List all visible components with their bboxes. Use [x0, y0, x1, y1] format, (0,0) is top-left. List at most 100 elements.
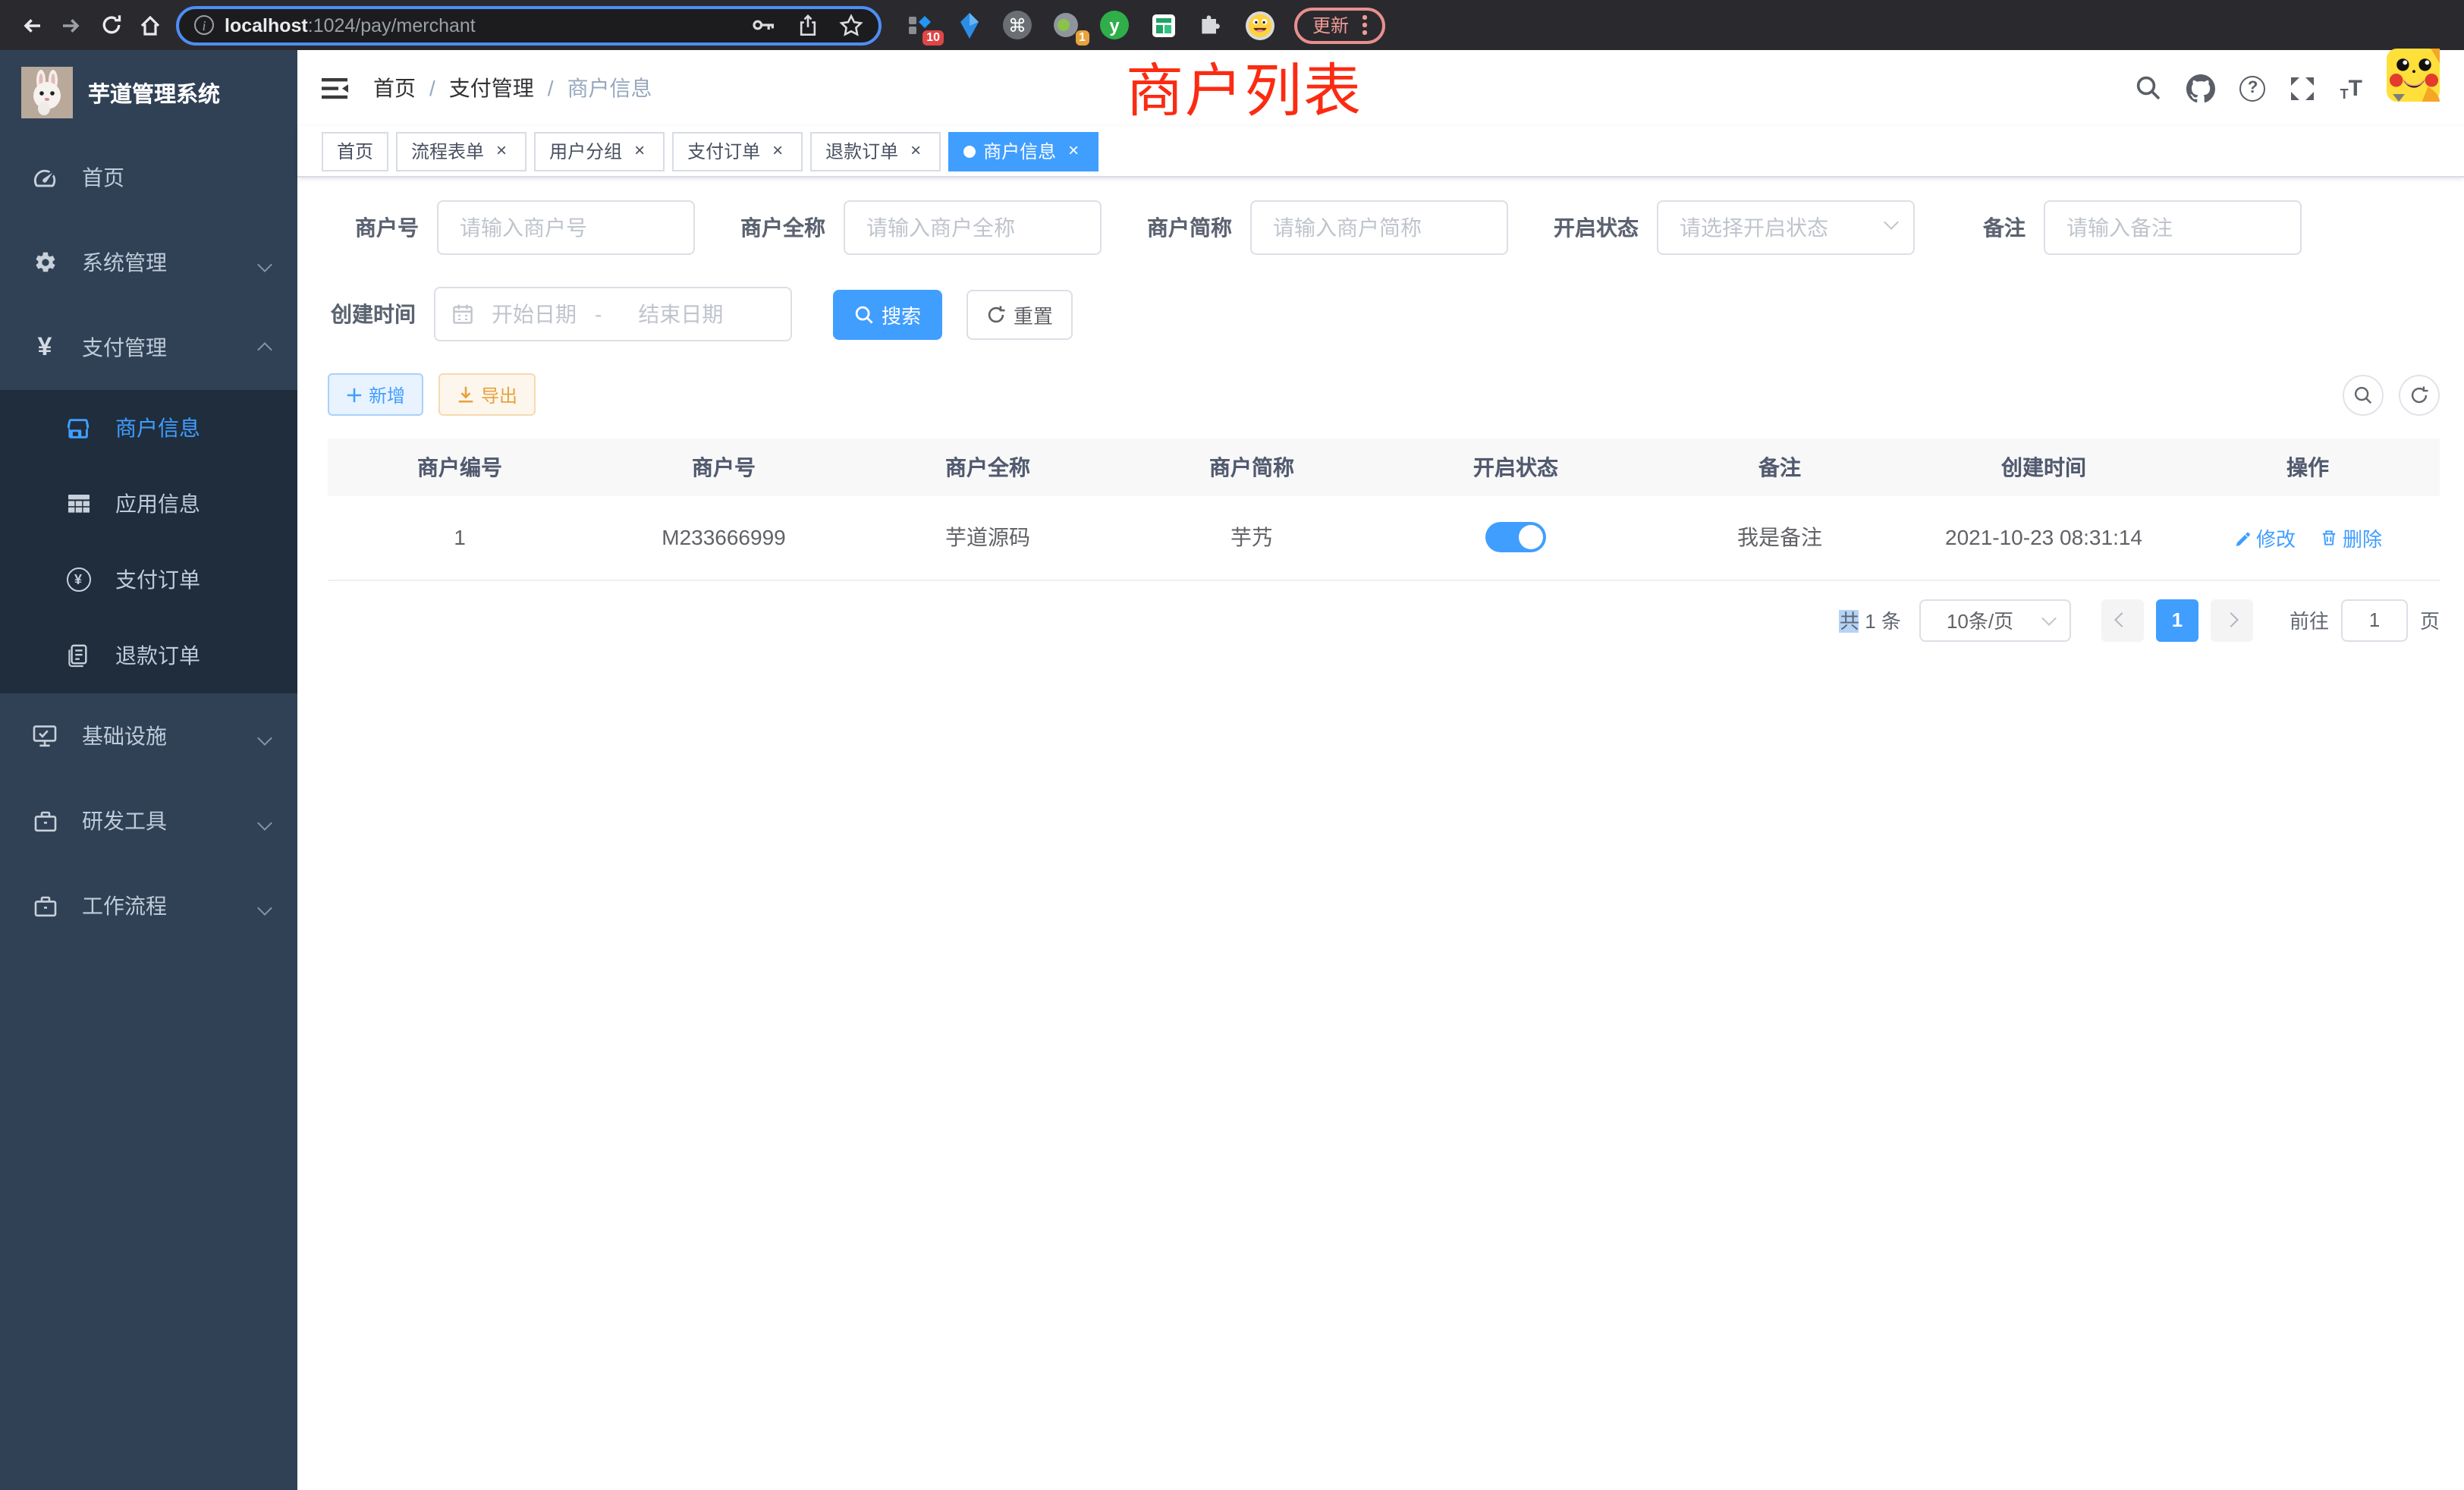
extension-badge: 10: [922, 30, 944, 46]
sidebar-toggle-hamburger[interactable]: [322, 77, 349, 99]
extension-session-icon[interactable]: 1: [1051, 11, 1080, 39]
tags-view-bar: 首页 流程表单× 用户分组× 支付订单× 退款订单× 商户信息×: [297, 126, 2464, 178]
sidebar-item-payment[interactable]: ¥ 支付管理: [0, 305, 297, 390]
tab-pay-order[interactable]: 支付订单×: [672, 131, 803, 171]
short-name-input[interactable]: [1250, 200, 1508, 255]
sidebar-item-home[interactable]: 首页: [0, 135, 297, 220]
sidebar-item-workflow[interactable]: 工作流程: [0, 863, 297, 948]
cell-merchant-id: 1: [328, 496, 592, 580]
goto-page-input[interactable]: [2341, 599, 2408, 641]
breadcrumb-home[interactable]: 首页: [373, 73, 416, 103]
sidebar-item-system[interactable]: 系统管理: [0, 220, 297, 305]
share-icon[interactable]: [797, 13, 819, 37]
browser-refresh-button[interactable]: [91, 5, 130, 45]
browser-back-button[interactable]: [12, 5, 52, 45]
full-name-input[interactable]: [844, 200, 1102, 255]
search-button[interactable]: 搜索: [833, 289, 942, 339]
browser-toolbar: i localhost:1024/pay/merchant 10: [0, 0, 2464, 50]
create-time-range-picker[interactable]: 开始日期 - 结束日期: [434, 287, 792, 341]
col-create-time: 创建时间: [1912, 439, 2176, 496]
search-form-row-2: 创建时间 开始日期 - 结束日期 搜索: [328, 287, 2440, 341]
chevron-down-icon: [259, 809, 270, 833]
app-title: 芋道管理系统: [88, 77, 220, 108]
edit-link[interactable]: 修改: [2233, 523, 2296, 552]
delete-link[interactable]: 删除: [2320, 523, 2382, 552]
col-actions: 操作: [2176, 439, 2440, 496]
remark-input[interactable]: [2044, 200, 2302, 255]
status-select[interactable]: [1657, 200, 1915, 255]
close-icon[interactable]: ×: [630, 141, 649, 161]
extension-drag-icon[interactable]: 10: [906, 11, 935, 39]
toolbox-icon: [30, 809, 59, 832]
tab-merchant-info[interactable]: 商户信息×: [948, 131, 1098, 171]
merchant-no-input[interactable]: [437, 200, 695, 255]
gear-icon: [30, 250, 59, 275]
status-toggle[interactable]: [1485, 523, 1546, 553]
sidebar-item-infrastructure[interactable]: 基础设施: [0, 693, 297, 778]
browser-update-menu[interactable]: 更新: [1294, 7, 1384, 43]
breadcrumb-section[interactable]: 支付管理: [449, 73, 534, 103]
tab-home[interactable]: 首页: [322, 131, 388, 171]
chevron-down-icon: [259, 250, 270, 275]
export-button[interactable]: 导出: [438, 373, 536, 416]
table-toolbar: 新增 导出: [328, 373, 2440, 416]
browser-forward-button[interactable]: [52, 5, 91, 45]
extensions-area: 10 ⌘ 1 y: [906, 11, 1274, 39]
sidebar-item-label: 研发工具: [82, 806, 167, 836]
extension-command-icon[interactable]: ⌘: [1003, 11, 1032, 39]
extension-y-icon[interactable]: y: [1100, 11, 1129, 39]
extension-gem-icon[interactable]: [954, 11, 983, 39]
browser-menu-icon[interactable]: [1362, 16, 1366, 35]
github-icon[interactable]: [2187, 74, 2216, 102]
extension-sheet-icon[interactable]: [1149, 11, 1177, 39]
close-icon[interactable]: ×: [1064, 141, 1083, 161]
add-button[interactable]: 新增: [328, 373, 423, 416]
pagination-total: 共 1 条: [1840, 605, 1901, 634]
profile-emoji-avatar[interactable]: [1246, 11, 1274, 39]
cell-short-name: 芋艿: [1120, 496, 1384, 580]
plus-icon: [346, 386, 363, 403]
bookmark-star-icon[interactable]: [839, 13, 863, 37]
toggle-search-button[interactable]: [2343, 374, 2384, 415]
cell-status: [1384, 496, 1648, 580]
tab-user-group[interactable]: 用户分组×: [534, 131, 665, 171]
close-icon[interactable]: ×: [768, 141, 787, 161]
fullscreen-icon[interactable]: [2290, 75, 2316, 101]
user-avatar[interactable]: [2387, 48, 2440, 128]
sidebar-item-refund-order[interactable]: 退款订单: [0, 618, 297, 693]
sidebar-item-dev-tools[interactable]: 研发工具: [0, 778, 297, 863]
help-icon[interactable]: ?: [2240, 75, 2266, 101]
site-info-icon[interactable]: i: [194, 15, 214, 35]
annotation-merchant-list: 商户列表: [1126, 44, 1362, 127]
merchant-table: 商户编号 商户号 商户全称 商户简称 开启状态 备注 创建时间 操作 1: [328, 439, 2440, 580]
cell-remark: 我是备注: [1648, 496, 1912, 580]
close-icon[interactable]: ×: [906, 141, 926, 161]
header-search-icon[interactable]: [2136, 74, 2163, 102]
reset-button[interactable]: 重置: [966, 289, 1073, 339]
url-host: localhost: [225, 14, 308, 36]
sidebar-item-pay-order[interactable]: ¥ 支付订单: [0, 542, 297, 618]
page-number-1[interactable]: 1: [2156, 599, 2198, 641]
cell-full-name: 芋道源码: [856, 496, 1120, 580]
refresh-table-button[interactable]: [2399, 374, 2440, 415]
next-page-button[interactable]: [2211, 599, 2253, 641]
font-size-icon[interactable]: TT: [2340, 75, 2362, 101]
logo-rabbit-image: [21, 67, 73, 118]
pencil-icon: [2233, 529, 2252, 547]
page-size-select[interactable]: [1919, 599, 2071, 641]
screen: i localhost:1024/pay/merchant 10: [0, 0, 2464, 1490]
tab-process-form[interactable]: 流程表单×: [396, 131, 526, 171]
app-logo[interactable]: 芋道管理系统: [0, 50, 297, 135]
extensions-puzzle-icon[interactable]: [1197, 11, 1226, 39]
update-label: 更新: [1312, 12, 1349, 38]
tab-refund-order[interactable]: 退款订单×: [810, 131, 941, 171]
prev-page-button[interactable]: [2101, 599, 2144, 641]
sidebar-item-label: 支付管理: [82, 332, 167, 363]
sidebar-item-app-info[interactable]: 应用信息: [0, 466, 297, 542]
address-bar[interactable]: i localhost:1024/pay/merchant: [176, 5, 882, 45]
close-icon[interactable]: ×: [492, 141, 511, 161]
col-status: 开启状态: [1384, 439, 1648, 496]
browser-home-button[interactable]: [130, 5, 170, 45]
password-key-icon[interactable]: [751, 14, 777, 36]
sidebar-item-merchant-info[interactable]: 商户信息: [0, 390, 297, 466]
